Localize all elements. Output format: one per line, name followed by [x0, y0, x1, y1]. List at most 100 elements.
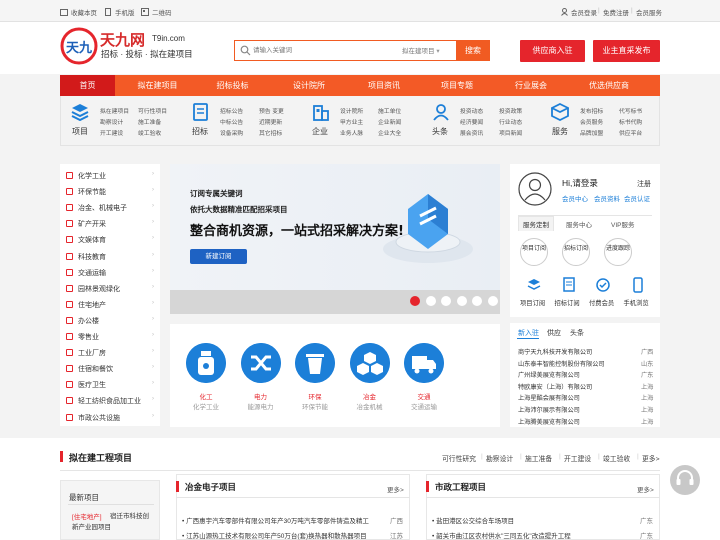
subnav-link[interactable]: 设备采购 [220, 128, 243, 137]
metallurgy-more-link[interactable]: 更多> [387, 484, 404, 494]
nav-bidding[interactable]: 招标投标 [200, 75, 265, 96]
category-item[interactable]: 医疗卫生 › [66, 380, 154, 390]
tab-service-center[interactable]: 服务中心 [566, 219, 592, 229]
owner-publish-button[interactable]: 业主直采发布 [593, 40, 660, 62]
tab-custom-service[interactable]: 服务定制 [518, 216, 554, 231]
stage-link[interactable]: 竣工验收 [603, 453, 630, 463]
nav-suppliers[interactable]: 优选供应商 [573, 75, 645, 96]
service-circle[interactable]: 进度跟踪 [604, 238, 632, 266]
industry-name[interactable]: 电力 [241, 391, 281, 401]
category-item[interactable]: 住宅地产 › [66, 300, 154, 310]
project-item[interactable]: • 盐田港区公交综合车场项目 [432, 515, 632, 525]
customer-service-icon[interactable] [670, 465, 700, 495]
subnav-link[interactable]: 企业大全 [378, 128, 401, 137]
news-item[interactable]: 上海沛尔展示有限公司 [518, 405, 580, 414]
trash-bin-icon[interactable] [295, 343, 335, 383]
avatar[interactable] [518, 172, 552, 206]
stage-link[interactable]: 更多> [642, 453, 660, 463]
latest-item-link[interactable]: 宿迁市科技创新产业园项目 [72, 511, 152, 533]
power-shuffle-icon[interactable] [240, 343, 281, 383]
stage-link[interactable]: 施工准备 [525, 453, 552, 463]
subnav-link[interactable]: 勘察设计 [100, 117, 123, 126]
category-item[interactable]: 零售业 › [66, 332, 154, 342]
truck-icon[interactable] [404, 343, 444, 383]
subnav-link[interactable]: 品牌加盟 [580, 128, 603, 137]
category-item[interactable]: 化学工业 › [66, 171, 154, 181]
nav-project-news[interactable]: 项目资讯 [350, 75, 418, 96]
project-item[interactable]: • 江苏山源热工技术有限公司年产50万台(套)换热器和散热器项目 [182, 530, 382, 540]
carousel-dot[interactable] [487, 296, 498, 306]
industry-name[interactable]: 环保 [295, 391, 335, 401]
category-item[interactable]: 矿产开采 › [66, 219, 154, 229]
service-circle[interactable]: 项目订阅 [520, 238, 548, 266]
stage-link[interactable]: 可行性研究 [442, 453, 476, 463]
tab-headlines[interactable]: 头条 [570, 328, 584, 338]
category-item[interactable]: 工业厂房 › [66, 348, 154, 358]
subnav-link[interactable]: 开工建设 [100, 128, 123, 137]
subnav-link[interactable]: 预告 变更 [259, 106, 284, 115]
news-item[interactable]: 山东泰丰智能控制股份有限公司 [518, 359, 605, 368]
chemical-bottle-icon[interactable] [186, 343, 226, 383]
category-item[interactable]: 科技教育 › [66, 252, 154, 262]
subnav-link[interactable]: 其它招标 [259, 128, 282, 137]
subnav-link[interactable]: 拟在建项目 [100, 106, 129, 115]
municipal-more-link[interactable]: 更多> [637, 484, 654, 494]
subnav-link[interactable]: 会员服务 [580, 117, 603, 126]
subnav-link[interactable]: 项目新闻 [499, 128, 522, 137]
subnav-link[interactable]: 施工准备 [138, 117, 161, 126]
carousel-dot[interactable] [410, 296, 420, 306]
tab-supply[interactable]: 供应 [547, 328, 561, 338]
carousel-dot[interactable] [441, 296, 451, 306]
member-profile-link[interactable]: 会员资料 [594, 193, 620, 203]
mobile-browse-icon[interactable] [630, 277, 646, 293]
stage-link[interactable]: 勘察设计 [486, 453, 513, 463]
carousel-dot[interactable] [425, 296, 436, 306]
category-item[interactable]: 住宿和餐饮 › [66, 364, 154, 374]
tool-label[interactable]: 手机浏览 [624, 298, 649, 307]
service-circle[interactable]: 招标订阅 [562, 238, 590, 266]
news-item[interactable]: 广州绿美展览有限公司 [518, 370, 580, 379]
subnav-link[interactable]: 施工单位 [378, 106, 401, 115]
category-item[interactable]: 市政公共设施 › [66, 413, 154, 423]
subnav-link[interactable]: 经济要闻 [460, 117, 483, 126]
category-item[interactable]: 园林景观绿化 › [66, 284, 154, 294]
category-item[interactable]: 环保节能 › [66, 187, 154, 197]
subnav-link[interactable]: 竣工验收 [138, 128, 161, 137]
subnav-link[interactable]: 投资动态 [460, 106, 483, 115]
nav-project-topics[interactable]: 项目专题 [423, 75, 491, 96]
favorite-link[interactable]: 收藏本页 [60, 7, 97, 17]
logo-icon[interactable]: 天九 [60, 27, 98, 65]
subnav-link[interactable]: 供应平台 [619, 128, 642, 137]
subnav-link[interactable]: 可行性项目 [138, 106, 167, 115]
member-center-link[interactable]: 会员中心 [562, 193, 588, 203]
stage-link[interactable]: 开工建设 [564, 453, 591, 463]
carousel-dot[interactable] [456, 296, 467, 306]
register-link-panel[interactable]: 注册 [637, 179, 651, 189]
member-verify-link[interactable]: 会员认证 [624, 193, 650, 203]
register-link[interactable]: 免费注册 [603, 7, 629, 17]
industry-name[interactable]: 交通 [404, 391, 444, 401]
search-scope-select[interactable]: 拟在建项目 ▾ [402, 45, 440, 55]
nav-exhibitions[interactable]: 行业展会 [497, 75, 565, 96]
subnav-link[interactable]: 中标公告 [220, 117, 243, 126]
subnav-link[interactable]: 投资政策 [499, 106, 522, 115]
news-item[interactable]: 上海腾美展览有限公司 [518, 417, 580, 426]
subnav-link[interactable]: 标书代购 [619, 117, 642, 126]
category-item[interactable]: 冶金、机械电子 › [66, 203, 154, 213]
category-item[interactable]: 文娱体育 › [66, 235, 154, 245]
news-item[interactable]: 上海星酷会展有限公司 [518, 393, 580, 402]
nav-home[interactable]: 首页 [60, 75, 115, 96]
category-item[interactable]: 交通运输 › [66, 268, 154, 278]
subnav-link[interactable]: 企业新闻 [378, 117, 401, 126]
subnav-link[interactable]: 代写标书 [619, 106, 642, 115]
tab-new-join[interactable]: 新入驻 [518, 328, 539, 338]
subnav-link[interactable]: 展会资讯 [460, 128, 483, 137]
login-greeting[interactable]: Hi,请登录 [562, 177, 598, 189]
member-service-link[interactable]: 会员服务 [636, 7, 662, 17]
subscribe-bid-icon[interactable] [561, 277, 577, 293]
cubes-icon[interactable] [349, 343, 390, 383]
project-item[interactable]: • 广西惠宇汽车零部件有限公司年产30万吨汽车零部件铸造及精工 [182, 515, 382, 525]
subnav-link[interactable]: 甲方业主 [340, 117, 363, 126]
search-input[interactable] [253, 41, 399, 59]
new-subscription-button[interactable]: 新建订阅 [190, 249, 247, 264]
